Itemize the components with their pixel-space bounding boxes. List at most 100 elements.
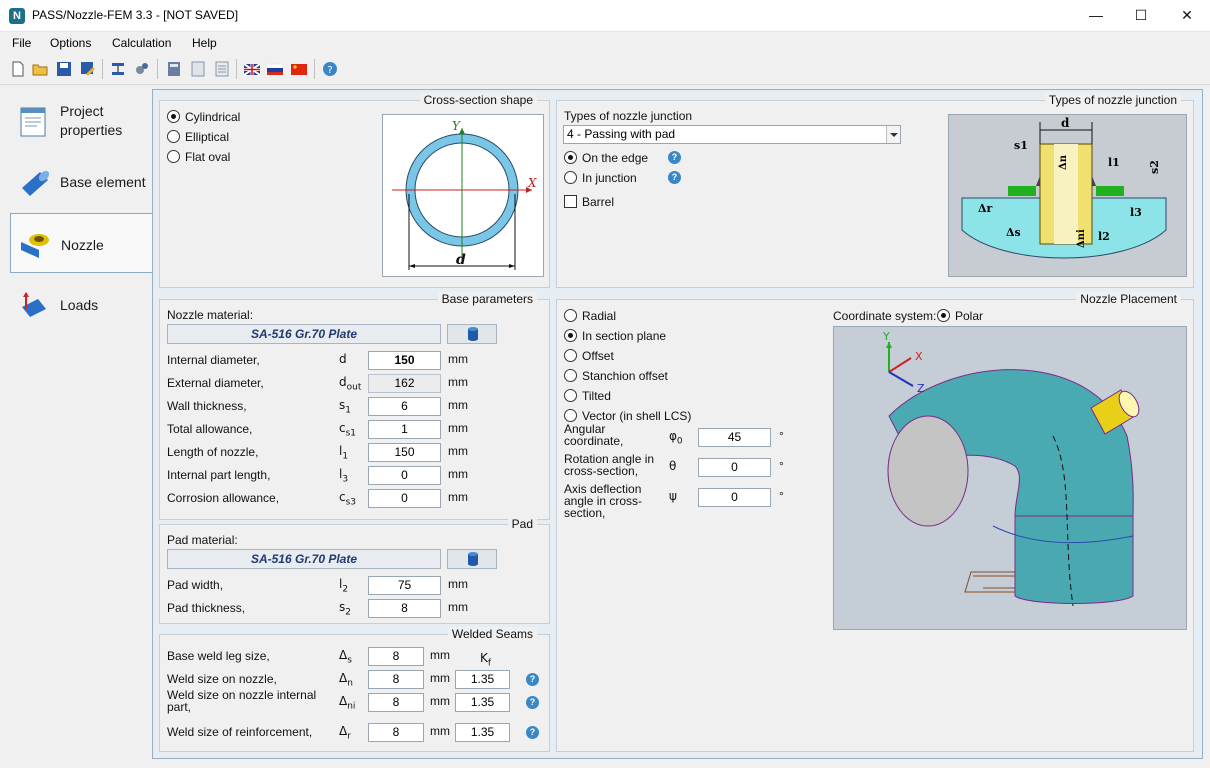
english-flag-icon[interactable]	[244, 61, 260, 77]
value-input[interactable]: 45	[698, 428, 771, 447]
help-icon[interactable]: ?	[668, 171, 681, 184]
option-label: In junction	[582, 171, 637, 185]
kf-input[interactable]: 1.35	[455, 723, 510, 742]
nav-base-element[interactable]: Base element	[10, 152, 153, 212]
value-input[interactable]: 8	[368, 670, 424, 689]
help-icon[interactable]: ?	[668, 151, 681, 164]
select-value: 4 - Passing with pad	[567, 127, 676, 141]
kf-input[interactable]: 1.35	[455, 693, 510, 712]
value-input[interactable]: 8	[368, 599, 441, 618]
radio-on-the-edge[interactable]	[564, 151, 577, 164]
new-file-icon[interactable]	[10, 61, 26, 77]
nav-loads[interactable]: Loads	[10, 275, 153, 335]
kf-input[interactable]: 1.35	[455, 670, 510, 689]
document-icon[interactable]	[214, 61, 230, 77]
polar-label: Polar	[955, 309, 984, 323]
value-input[interactable]: 150	[368, 351, 441, 370]
save-as-icon[interactable]	[80, 61, 96, 77]
axis-y-label: Y	[882, 330, 890, 343]
help-icon[interactable]: ?	[322, 61, 338, 77]
field-label: Weld size on nozzle,	[167, 672, 277, 686]
settings-gears-icon[interactable]	[134, 61, 150, 77]
nav-project-properties[interactable]: Project properties	[10, 92, 153, 152]
radio-polar[interactable]	[937, 309, 950, 322]
value-input: 162	[368, 374, 441, 393]
value-input[interactable]: 6	[368, 397, 441, 416]
value-input[interactable]: 0	[698, 488, 771, 507]
project-properties-icon	[20, 107, 46, 137]
unit-label: mm	[448, 490, 468, 504]
open-folder-icon[interactable]	[32, 61, 48, 77]
pad-material-field[interactable]: SA-516 Gr.70 Plate	[167, 549, 441, 569]
field-label: Total allowance,	[167, 422, 253, 436]
symbol-letter: Δ	[339, 648, 348, 662]
symbol-subscript: s	[347, 655, 352, 666]
pad-material-db-button[interactable]	[447, 549, 497, 569]
radio-placement-offset[interactable]	[564, 349, 577, 362]
pad-group: Pad Pad material: SA-516 Gr.70 Plate Pad…	[159, 517, 550, 624]
nav-label: Base element	[60, 174, 146, 190]
menu-file[interactable]: File	[12, 36, 31, 50]
unit-label: mm	[430, 694, 450, 708]
menu-options[interactable]: Options	[50, 36, 91, 50]
radio-elliptical[interactable]	[167, 130, 180, 143]
symbol-subscript: 3	[342, 474, 349, 485]
nav-nozzle[interactable]: Nozzle	[10, 213, 153, 273]
radio-placement-in-section-plane[interactable]	[564, 329, 577, 342]
minimize-button[interactable]: —	[1073, 0, 1119, 31]
group-title: Base parameters	[437, 292, 537, 306]
symbol-subscript: 1	[345, 405, 351, 416]
field-symbol: l1	[339, 444, 348, 461]
close-button[interactable]: ✕	[1164, 0, 1210, 31]
help-icon[interactable]: ?	[526, 726, 539, 739]
value-input[interactable]: 0	[368, 466, 441, 485]
field-label: Pad width,	[167, 578, 224, 592]
menu-help[interactable]: Help	[192, 36, 217, 50]
nav-label: Loads	[60, 297, 99, 313]
help-icon[interactable]: ?	[526, 696, 539, 709]
value-input[interactable]: 75	[368, 576, 441, 595]
symbol-letter: c	[339, 421, 346, 435]
nozzle-icon	[21, 234, 49, 258]
value-input[interactable]: 8	[368, 723, 424, 742]
junction-type-select[interactable]: 4 - Passing with pad	[563, 125, 901, 144]
radio-placement-tilted[interactable]	[564, 389, 577, 402]
chevron-down-icon[interactable]	[886, 126, 900, 143]
radio-cylindrical[interactable]	[167, 110, 180, 123]
value-input[interactable]: 8	[368, 647, 424, 666]
value-input[interactable]: 1	[368, 420, 441, 439]
save-icon[interactable]	[56, 61, 72, 77]
symbol-subscript: s3	[345, 497, 357, 508]
russian-flag-icon[interactable]	[267, 61, 283, 77]
field-label: Internal diameter,	[167, 353, 260, 367]
chinese-flag-icon[interactable]	[291, 61, 307, 77]
menu-calculation[interactable]: Calculation	[112, 36, 171, 50]
base-parameters-group: Base parameters Nozzle material: SA-516 …	[159, 292, 550, 520]
field-symbol: Δn	[339, 671, 353, 688]
field-label: Pad thickness,	[167, 601, 246, 615]
value-input[interactable]: 8	[368, 693, 424, 712]
calculator-icon[interactable]	[166, 61, 182, 77]
group-title: Nozzle Placement	[1076, 292, 1181, 306]
diagram-l2: l2	[1098, 230, 1110, 243]
value-input[interactable]: 0	[698, 458, 771, 477]
nozzle-material-db-button[interactable]	[447, 324, 497, 344]
symbol-letter: φ	[669, 429, 677, 443]
maximize-button[interactable]: ☐	[1118, 0, 1164, 31]
value-input[interactable]: 0	[368, 489, 441, 508]
calculate-icon[interactable]	[110, 61, 126, 77]
radio-placement-stanchion-offset[interactable]	[564, 369, 577, 382]
radio-placement-vector-in-shell-lcs[interactable]	[564, 409, 577, 422]
title-bar: N PASS/Nozzle-FEM 3.3 - [NOT SAVED] — ☐ …	[0, 0, 1210, 32]
radio-in-junction[interactable]	[564, 171, 577, 184]
radio-placement-radial[interactable]	[564, 309, 577, 322]
help-icon[interactable]: ?	[526, 673, 539, 686]
option-label: Offset	[582, 349, 614, 363]
value-input[interactable]: 150	[368, 443, 441, 462]
report-icon[interactable]	[190, 61, 206, 77]
option-label: Tilted	[582, 389, 611, 403]
radio-flat-oval[interactable]	[167, 150, 180, 163]
barrel-checkbox[interactable]	[564, 195, 577, 208]
option-label: In section plane	[582, 329, 667, 343]
nozzle-material-field[interactable]: SA-516 Gr.70 Plate	[167, 324, 441, 344]
